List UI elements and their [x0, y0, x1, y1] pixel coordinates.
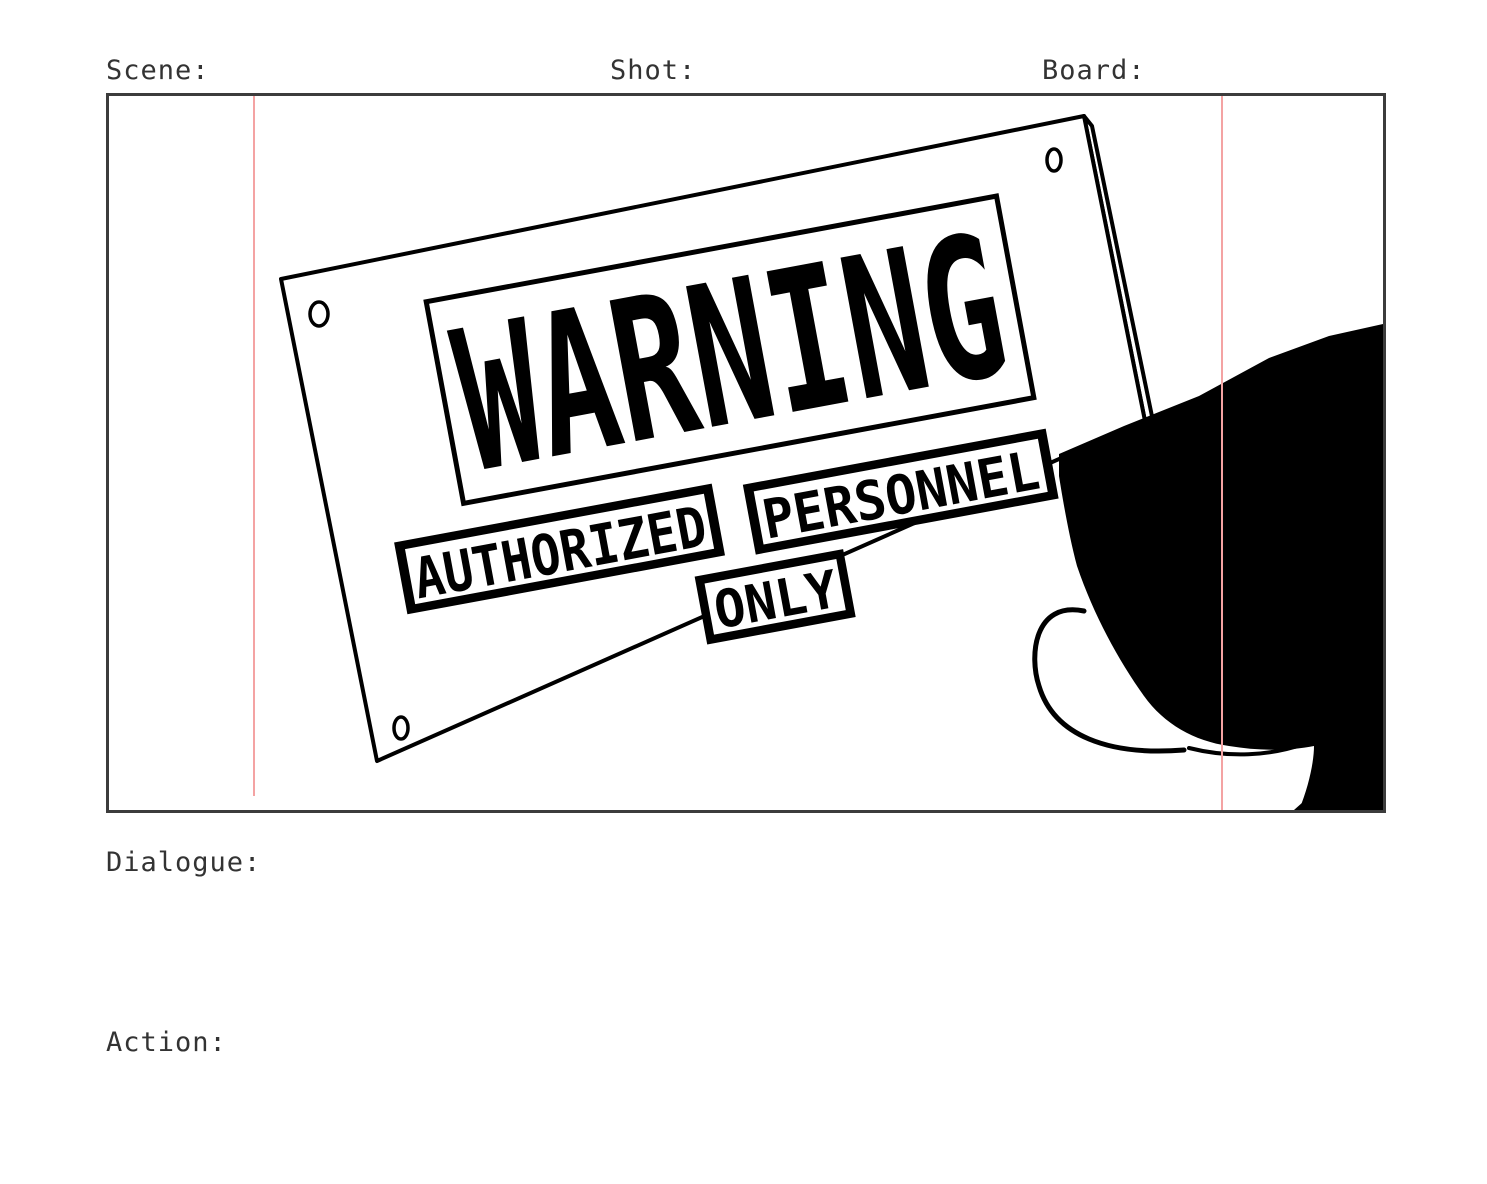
shot-label: Shot:: [610, 55, 697, 86]
storyboard-panel: WARNING AUTHORIZED PERSONNEL ONLY: [106, 93, 1386, 813]
dialogue-label: Dialogue:: [106, 847, 262, 878]
scene-label: Scene:: [106, 55, 210, 86]
panel-drawing: WARNING AUTHORIZED PERSONNEL ONLY: [253, 96, 1383, 810]
action-label: Action:: [106, 1027, 227, 1058]
board-label: Board:: [1042, 55, 1146, 86]
